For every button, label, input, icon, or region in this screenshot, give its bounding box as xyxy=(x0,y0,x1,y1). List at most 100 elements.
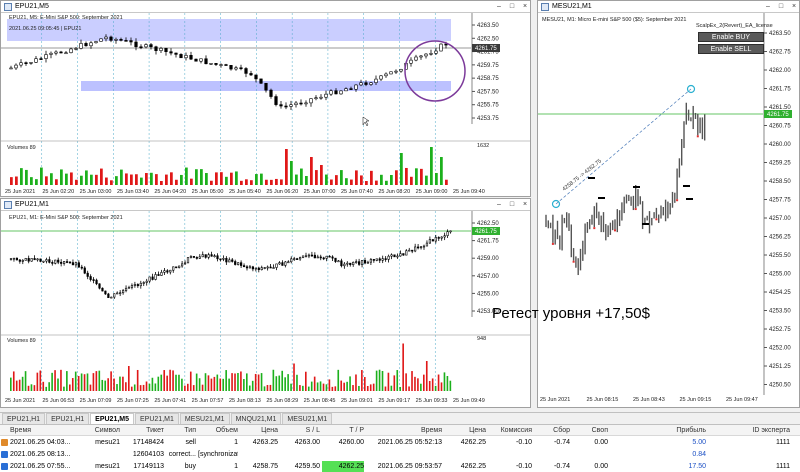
candle xyxy=(178,265,181,268)
close-button[interactable]: × xyxy=(789,3,799,11)
table-row[interactable]: 2021.06.25 04:03... mesu21 17148424 sell 1 42… xyxy=(0,437,800,448)
candle xyxy=(15,257,19,261)
volume-bar xyxy=(246,373,248,391)
volume-bar xyxy=(372,383,375,391)
column-header[interactable]: S / L xyxy=(280,425,320,436)
candle xyxy=(334,257,337,262)
candle xyxy=(357,261,361,265)
candle xyxy=(337,260,340,263)
volume-bar xyxy=(125,173,128,185)
window-titlebar[interactable]: EPU21,M1 – □ × xyxy=(1,199,530,211)
price-chart-m1[interactable]: EPU21, M1: E-Mini S&P 500: September 202… xyxy=(1,211,530,408)
chart-tab[interactable]: EPU21,M1 xyxy=(135,413,179,424)
column-header[interactable]: Комиссия xyxy=(488,425,532,436)
candle xyxy=(322,257,325,260)
terminal-history-table: Время Символ Тикет Тип Объем Цена S / LT / P Вр… xyxy=(0,424,800,472)
candle xyxy=(57,259,60,263)
maximize-button[interactable]: □ xyxy=(507,201,517,209)
volume-bar xyxy=(307,386,310,391)
column-header[interactable]: Символ xyxy=(75,425,120,436)
chart-tab[interactable]: MESU21,M1 xyxy=(282,413,333,424)
price-chart-mesu[interactable]: MESU21, M1: Micro E-mini S&P 500 ($5): S… xyxy=(538,13,799,408)
time-label: 25 Jun 09:01 xyxy=(341,398,373,404)
candle xyxy=(49,52,53,55)
volume-max-label: 1632 xyxy=(477,143,489,149)
chart-info-label: MESU21, M1: Micro E-mini S&P 500 ($5): S… xyxy=(542,17,687,23)
table-row[interactable]: 2021.06.25 08:13... 12604103 correct... [sy… xyxy=(0,449,800,460)
volume-bar xyxy=(83,374,86,391)
time-label: 25 Jun 09:15 xyxy=(680,397,712,403)
column-header[interactable]: Тикет xyxy=(122,425,164,436)
price-label: 4257.75 xyxy=(769,198,791,204)
candle xyxy=(375,258,378,261)
chart-tab[interactable]: MNQU21,M1 xyxy=(230,413,282,424)
chart-tab[interactable]: EPU21,M5 xyxy=(90,413,135,424)
enable-buy-button[interactable]: Enable BUY xyxy=(698,32,764,42)
minimize-button[interactable]: – xyxy=(494,3,504,11)
column-header[interactable]: Цена xyxy=(444,425,486,436)
volume-bar xyxy=(166,375,168,391)
volume-bar xyxy=(95,371,98,391)
candle xyxy=(92,279,95,281)
chart-tab[interactable]: EPU21,H1 xyxy=(2,413,46,424)
volume-bar xyxy=(175,179,178,185)
column-header[interactable]: Своп xyxy=(572,425,608,436)
column-header[interactable]: Время xyxy=(366,425,442,436)
window-titlebar[interactable]: MESU21,M1 – □ × xyxy=(538,1,799,13)
volume-bar xyxy=(366,385,369,391)
column-header[interactable]: Объем xyxy=(198,425,238,436)
candle xyxy=(207,254,210,258)
candle xyxy=(36,258,39,261)
enable-sell-button[interactable]: Enable SELL xyxy=(698,44,764,54)
volume-bar xyxy=(296,374,298,391)
maximize-button[interactable]: □ xyxy=(507,3,517,11)
chart-window-epu21-m5[interactable]: EPU21,M5 – □ × EPU21, M5: E-Mini S&P 500… xyxy=(0,0,531,197)
column-header[interactable]: Сбор xyxy=(534,425,570,436)
price-chart-m5[interactable]: EPU21, M5: E-Mini S&P 500: September 202… xyxy=(1,13,530,197)
window-titlebar[interactable]: EPU21,M5 – □ × xyxy=(1,1,530,13)
volume-bar xyxy=(440,382,443,391)
chart-window-epu21-m1[interactable]: EPU21,M1 – □ × EPU21, M1: E-Mini S&P 500… xyxy=(0,198,531,408)
candle xyxy=(60,261,63,264)
candle xyxy=(310,254,314,257)
deal-type-icon xyxy=(1,463,8,470)
volume-bar xyxy=(210,378,213,391)
candle xyxy=(101,287,104,292)
candle xyxy=(339,90,343,95)
chart-window-mesu21-m1[interactable]: MESU21,M1 – □ × MESU21, M1: Micro E-mini… xyxy=(537,0,800,408)
level-dash xyxy=(686,198,693,200)
volume-bar xyxy=(148,383,151,391)
column-header[interactable]: T / P xyxy=(322,425,364,436)
candle xyxy=(45,259,48,262)
column-header[interactable]: Цена xyxy=(240,425,278,436)
column-header[interactable]: ID эксперта xyxy=(708,425,790,436)
close-button[interactable]: × xyxy=(520,3,530,11)
minimize-button[interactable]: – xyxy=(763,3,773,11)
volume-bar xyxy=(411,371,413,391)
candle xyxy=(428,239,432,244)
time-label: 25 Jun 09:47 xyxy=(726,397,758,403)
chart-tab[interactable]: EPU21,H1 xyxy=(46,413,90,424)
volume-bar xyxy=(216,374,219,391)
volume-bar xyxy=(355,374,357,391)
close-button[interactable]: × xyxy=(520,201,530,209)
column-header[interactable]: Время xyxy=(10,425,70,436)
volume-bar xyxy=(435,172,438,185)
chart-tab[interactable]: MESU21,M1 xyxy=(179,413,230,424)
volume-bar xyxy=(325,384,328,391)
column-header[interactable]: Прибыль xyxy=(610,425,706,436)
minimize-button[interactable]: – xyxy=(494,201,504,209)
volume-bar xyxy=(90,174,93,185)
candle xyxy=(198,256,201,259)
price-label: 4260.75 xyxy=(769,124,791,130)
volume-bar xyxy=(399,386,402,391)
sell-marker xyxy=(655,218,658,221)
table-cell-fee: -0.74 xyxy=(554,439,570,446)
candle xyxy=(110,296,113,299)
candle xyxy=(189,256,193,258)
price-label: 4257.50 xyxy=(477,89,499,95)
candle xyxy=(144,44,148,48)
maximize-button[interactable]: □ xyxy=(776,3,786,11)
table-row[interactable]: 2021.06.25 07:55... mesu21 17149113 buy 1 425… xyxy=(0,461,800,472)
column-header[interactable]: Тип xyxy=(166,425,196,436)
